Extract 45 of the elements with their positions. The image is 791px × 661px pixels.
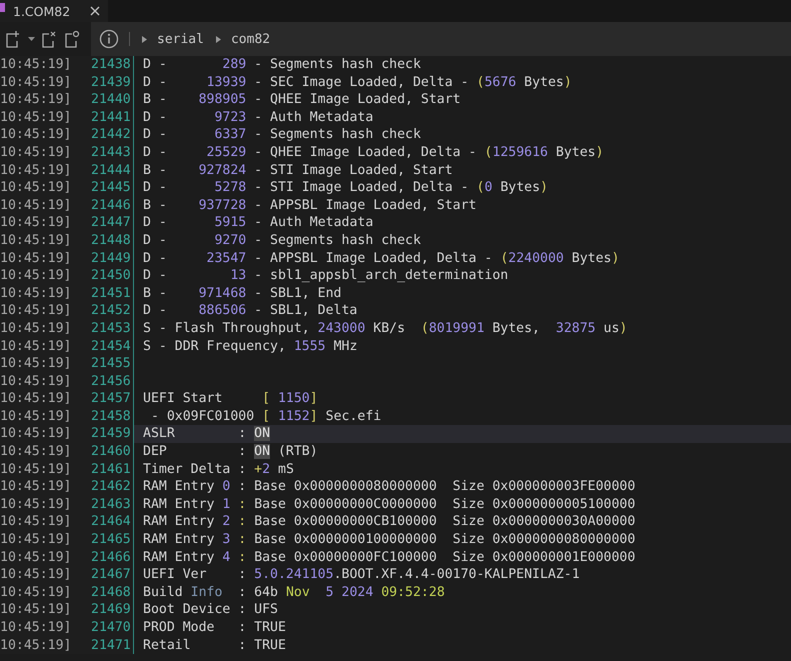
log-line: D - 6337 - Segments hash check <box>143 127 421 142</box>
breadcrumb-item[interactable]: serial <box>157 32 204 46</box>
new-page-icon[interactable] <box>5 30 22 48</box>
log-line: Boot Device : UFS <box>143 602 278 618</box>
log-line: Timer Delta : +2 mS <box>143 462 294 477</box>
log-line: B - 971468 - SBL1, End <box>143 286 342 301</box>
tab-label[interactable]: 1.COM82 <box>13 4 82 18</box>
log-line: RAM Entry 3 : Base 0x0000000100000000 Size 0x0000000080000000 <box>143 532 636 548</box>
tab-color-marker <box>0 3 5 12</box>
log-line: PROD Mode : TRUE <box>143 620 286 635</box>
log-line: S - DDR Frequency, 1555 MHz <box>143 338 358 354</box>
log-line: D - 13 - sbl1_appsbl_arch_determination <box>143 268 508 284</box>
log-line: D - 9723 - Auth Metadata <box>143 110 374 125</box>
log-line: Build Info : 64b Nov 5 2024 09:52:28 <box>143 584 445 600</box>
log-line: RAM Entry 2 : Base 0x00000000CB100000 Size 0x0000000030A00000 <box>143 514 636 530</box>
tab[interactable]: 1.COM82 <box>0 0 108 22</box>
log-line: D - 13939 - SEC Image Loaded, Delta - (5676 Bytes) <box>143 74 572 90</box>
log-line: D - 5915 - Auth Metadata <box>143 215 374 230</box>
log-line: DEP : ON (RTB) <box>143 444 318 460</box>
triangle-right-icon <box>142 36 147 42</box>
log-line: RAM Entry 1 : Base 0x00000000C0000000 Size 0x0000000005100000 <box>143 496 636 512</box>
log-line: UEFI Start [ 1150] <box>143 391 318 406</box>
breadcrumb-item[interactable]: com82 <box>230 32 270 46</box>
caret-icon[interactable] <box>28 36 35 42</box>
log-line: RAM Entry 0 : Base 0x0000000080000000 Size 0x000000003FE00000 <box>143 479 636 494</box>
page-circle-icon[interactable] <box>64 30 81 48</box>
close-page-icon[interactable] <box>41 30 58 48</box>
log-line: D - 9270 - Segments hash check <box>143 232 421 248</box>
log-line: D - 25529 - QHEE Image Loaded, Delta - (1259616 Bytes) <box>143 144 604 160</box>
log-line: - 0x09FC01000 [ 1152] Sec.efi <box>150 408 382 424</box>
log-line: S - Flash Throughput, 243000 KB/s (8019991 Bytes, 32875 us) <box>143 320 628 336</box>
log-line: B - 937728 - APPSBL Image Loaded, Start <box>143 198 476 213</box>
log-line: D - 289 - Segments hash check <box>143 57 421 72</box>
info-icon[interactable] <box>99 29 119 49</box>
log-line: UEFI Ver : 5.0.241105.BOOT.XF.4.4-00170-KALPENILAZ-1 <box>143 567 580 582</box>
close-icon[interactable] <box>90 6 100 16</box>
log-line: D - 23547 - APPSBL Image Loaded, Delta - (2240000 Bytes) <box>143 250 620 266</box>
log-line: RAM Entry 4 : Base 0x00000000FC100000 Size 0x000000001E000000 <box>143 550 636 565</box>
log-line: D - 5278 - STI Image Loaded, Delta - (0 Bytes) <box>143 180 548 196</box>
triangle-right-icon <box>216 36 221 42</box>
log-line: B - 927824 - STI Image Loaded, Start <box>143 162 453 178</box>
log-line: D - 886506 - SBL1, Delta <box>143 303 358 318</box>
log-line: Retail : TRUE <box>143 638 286 653</box>
log-line: B - 898905 - QHEE Image Loaded, Start <box>143 92 461 108</box>
log-line: ASLR : ON <box>143 426 270 442</box>
